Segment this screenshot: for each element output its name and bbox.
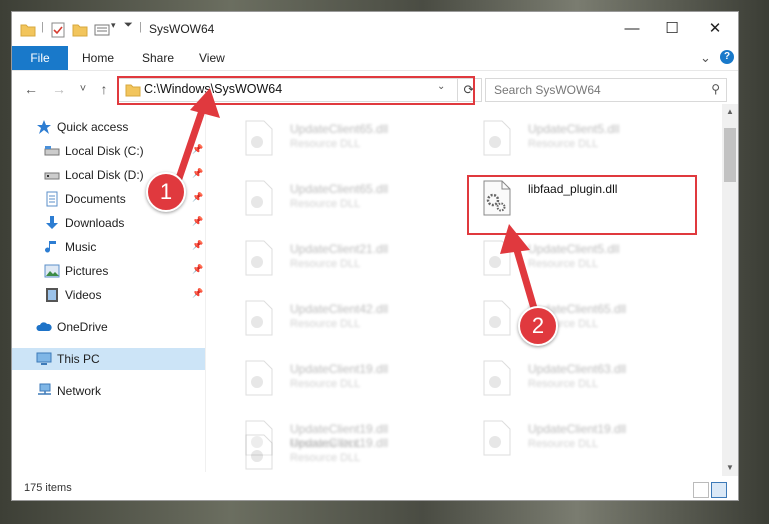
step-2-badge: 2: [518, 306, 558, 346]
step-1-badge: 1: [146, 172, 186, 212]
annotation-arrows: [171, 88, 542, 326]
